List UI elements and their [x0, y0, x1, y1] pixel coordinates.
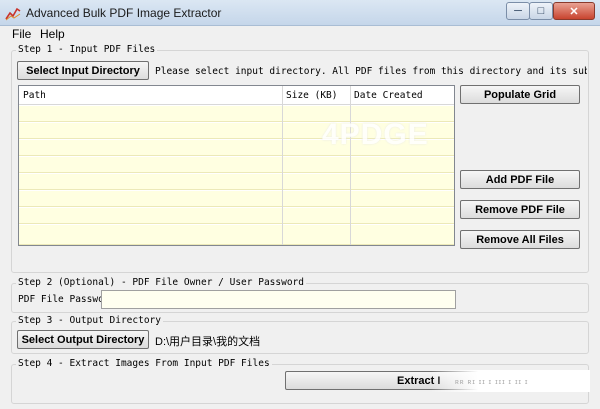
- maximize-button[interactable]: □: [529, 2, 553, 20]
- minimize-button[interactable]: ─: [506, 2, 530, 20]
- grid-header: Path Size (KB) Date Created: [19, 86, 454, 105]
- select-input-directory-button[interactable]: Select Input Directory: [17, 61, 149, 80]
- grid-row[interactable]: [19, 191, 454, 207]
- column-divider: [350, 86, 351, 245]
- grid-row[interactable]: [19, 208, 454, 224]
- maximize-icon: □: [537, 5, 545, 17]
- add-pdf-file-button[interactable]: Add PDF File: [460, 170, 580, 189]
- menu-bar: File Help: [0, 26, 600, 43]
- menu-help[interactable]: Help: [40, 27, 65, 41]
- remove-pdf-file-button[interactable]: Remove PDF File: [460, 200, 580, 219]
- close-button[interactable]: ✕: [553, 2, 595, 20]
- app-icon: [5, 7, 21, 21]
- select-input-directory-label: Select Input Directory: [26, 64, 140, 77]
- populate-grid-button[interactable]: Populate Grid: [460, 85, 580, 104]
- add-pdf-file-label: Add PDF File: [485, 173, 555, 186]
- step4-label: Step 4 - Extract Images From Input PDF F…: [16, 358, 272, 369]
- grid-row[interactable]: [19, 157, 454, 173]
- password-input[interactable]: [101, 290, 456, 309]
- column-divider: [282, 86, 283, 245]
- step3-label: Step 3 - Output Directory: [16, 315, 163, 326]
- input-directory-hint: Please select input directory. All PDF f…: [155, 66, 587, 77]
- bottom-watermark: ʀʀ ʀɪ ɪɪ ɪ ɪɪɪ ɪ ɪɪ ɪ: [455, 379, 529, 386]
- step2-label: Step 2 (Optional) - PDF File Owner / Use…: [16, 277, 306, 288]
- pdf-file-grid[interactable]: Path Size (KB) Date Created: [18, 85, 455, 246]
- column-size[interactable]: Size (KB): [286, 90, 337, 101]
- select-output-directory-label: Select Output Directory: [21, 333, 145, 346]
- title-bar: Advanced Bulk PDF Image Extractor ─ □ ✕: [0, 0, 600, 26]
- grid-row[interactable]: [19, 225, 454, 245]
- populate-grid-label: Populate Grid: [483, 88, 557, 101]
- remove-all-files-button[interactable]: Remove All Files: [460, 230, 580, 249]
- select-output-directory-button[interactable]: Select Output Directory: [17, 330, 149, 349]
- window-title: Advanced Bulk PDF Image Extractor: [26, 6, 222, 20]
- minimize-icon: ─: [514, 5, 522, 17]
- close-icon: ✕: [569, 5, 579, 18]
- remove-pdf-file-label: Remove PDF File: [475, 203, 565, 216]
- step1-label: Step 1 - Input PDF Files: [16, 44, 158, 55]
- grid-row[interactable]: [19, 174, 454, 190]
- watermark: 4PDGE: [322, 118, 429, 151]
- menu-file[interactable]: File: [12, 27, 31, 41]
- column-date-created[interactable]: Date Created: [354, 90, 423, 101]
- column-path[interactable]: Path: [23, 90, 46, 101]
- remove-all-files-label: Remove All Files: [476, 233, 564, 246]
- output-directory-path: D:\用户目录\我的文档: [155, 336, 261, 348]
